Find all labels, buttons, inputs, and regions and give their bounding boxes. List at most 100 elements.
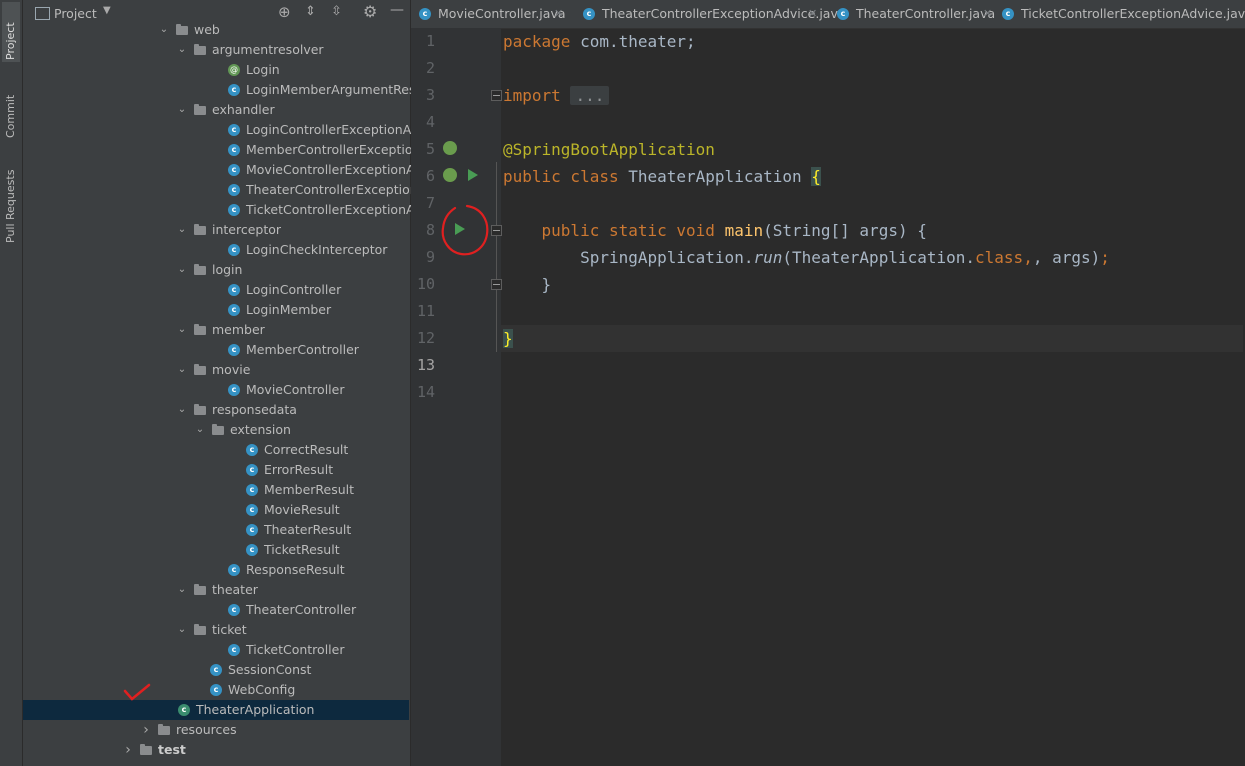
tree-item[interactable]: c TheaterControllerExceptionAdvice [23, 180, 459, 200]
tree-item[interactable]: ⌄ responsedata [23, 400, 409, 420]
tree-item-label: MemberResult [264, 482, 355, 497]
tree-item-label: TheaterApplication [196, 702, 315, 717]
tree-item[interactable]: c SessionConst [23, 660, 409, 680]
class-icon: c [228, 384, 240, 396]
folder-icon [194, 224, 206, 235]
tree-item-label: login [212, 262, 243, 277]
class-icon: c [228, 564, 240, 576]
tree-item[interactable]: ⌄ member [23, 320, 409, 340]
pull-requests-tool-tab[interactable]: Pull Requests [2, 155, 20, 245]
chevron-right-icon[interactable]: › [140, 720, 152, 740]
expand-all-icon[interactable]: ⇕ [305, 4, 316, 19]
class-icon: c [228, 124, 240, 136]
editor-tab-bar: c MovieController.java ✕ c TheaterContro… [411, 0, 1245, 29]
tree-item[interactable]: @ Login [23, 60, 409, 80]
project-tool-tab[interactable]: Project [2, 2, 20, 62]
tree-item[interactable]: ⌄ movie [23, 360, 409, 380]
folder-icon [194, 264, 206, 275]
tab-label: TheaterController.java [856, 6, 996, 21]
class-icon: c [246, 484, 258, 496]
tree-item[interactable]: c LoginControllerExceptionAdvice [23, 120, 444, 140]
spring-boot-icon[interactable] [443, 168, 457, 182]
chevron-down-icon[interactable]: ⌄ [176, 360, 188, 380]
folder-icon [194, 624, 206, 635]
chevron-down-icon[interactable]: ⌄ [194, 420, 206, 440]
tree-item[interactable]: c LoginMember [23, 300, 409, 320]
folder-icon [176, 24, 188, 35]
chevron-right-icon[interactable]: › [122, 740, 134, 760]
line-number: 12 [416, 329, 435, 347]
collapse-all-icon[interactable]: ⇳ [331, 4, 342, 19]
tree-item[interactable]: c MemberResult [23, 480, 409, 500]
fold-end-icon[interactable] [491, 279, 502, 290]
tree-item[interactable]: c CorrectResult [23, 440, 409, 460]
tab-theater-controller[interactable]: c TheaterController.java ✕ [829, 0, 999, 28]
tree-item[interactable]: c MovieController [23, 380, 409, 400]
tab-theater-controller-exception-advice[interactable]: c TheaterControllerExceptionAdvice.java … [575, 0, 846, 28]
fold-import-icon[interactable] [491, 90, 502, 101]
close-tab-icon[interactable]: ✕ [808, 0, 817, 28]
tab-ticket-controller-exception-advice[interactable]: c TicketControllerExceptionAdvice.java [994, 0, 1245, 28]
run-class-icon[interactable] [468, 169, 478, 181]
class-icon: c [228, 284, 240, 296]
tree-item[interactable]: c MovieControllerExceptionAdvice [23, 160, 448, 180]
chevron-down-icon[interactable]: ⌄ [176, 260, 188, 280]
chevron-down-icon[interactable]: ⌄ [176, 620, 188, 640]
tree-item[interactable]: c TheaterApplication [23, 700, 409, 720]
chevron-down-icon[interactable]: ⌄ [176, 100, 188, 120]
hide-panel-icon[interactable]: — [390, 2, 404, 18]
tree-item[interactable]: ⌄ exhandler [23, 100, 409, 120]
chevron-down-icon[interactable]: ⌄ [176, 400, 188, 420]
tree-item-label: TheaterResult [264, 522, 352, 537]
tree-item[interactable]: › test [23, 740, 409, 760]
tree-item[interactable]: c ErrorResult [23, 460, 409, 480]
tree-item-label: resources [176, 722, 237, 737]
spring-app-class-icon: c [178, 704, 190, 716]
tree-item[interactable]: ⌄ argumentresolver [23, 40, 409, 60]
tree-item[interactable]: ⌄ web [23, 20, 409, 40]
settings-gear-icon[interactable]: ⚙ [363, 2, 377, 21]
tree-item[interactable]: c TicketController [23, 640, 409, 660]
line-number: 2 [425, 59, 435, 77]
chevron-down-icon[interactable]: ⌄ [176, 580, 188, 600]
chevron-down-icon[interactable]: ⌄ [176, 40, 188, 60]
tree-item[interactable]: ⌄ interceptor [23, 220, 409, 240]
tree-item[interactable]: c TicketControllerExceptionAdvice [23, 200, 448, 220]
commit-tool-tab[interactable]: Commit [2, 80, 20, 140]
tree-item[interactable]: c WebConfig [23, 680, 409, 700]
indent-guide [496, 162, 497, 352]
close-tab-icon[interactable]: ✕ [554, 0, 563, 28]
class-icon: c [837, 8, 849, 20]
spring-bean-icon[interactable] [443, 141, 457, 155]
tree-item[interactable]: ⌄ ticket [23, 620, 409, 640]
tree-item[interactable]: c LoginController [23, 280, 409, 300]
tree-item[interactable]: c ResponseResult [23, 560, 409, 580]
class-icon: c [228, 164, 240, 176]
red-circle-annotation [441, 204, 489, 256]
tree-item-label: theater [212, 582, 258, 597]
folded-imports[interactable]: ... [570, 86, 610, 105]
view-dropdown-chevron-icon[interactable]: ▼ [103, 5, 111, 16]
tree-item[interactable]: c MemberControllerExceptionAdvice [23, 140, 462, 160]
folder-icon [194, 324, 206, 335]
tree-item[interactable]: ⌄ extension [23, 420, 409, 440]
tree-item[interactable]: c MovieResult [23, 500, 409, 520]
tree-item[interactable]: c TicketResult [23, 540, 409, 560]
tree-item[interactable]: › resources [23, 720, 409, 740]
locate-file-icon[interactable]: ⊕ [278, 3, 291, 21]
chevron-down-icon[interactable]: ⌄ [176, 320, 188, 340]
tab-movie-controller[interactable]: c MovieController.java ✕ [411, 0, 571, 28]
tree-item-label: argumentresolver [212, 42, 324, 57]
tree-item[interactable]: c TheaterController [23, 600, 409, 620]
tree-item[interactable]: c LoginMemberArgumentResolver [23, 80, 447, 100]
close-tab-icon[interactable]: ✕ [983, 0, 992, 28]
tree-item[interactable]: c LoginCheckInterceptor [23, 240, 409, 260]
tree-item-label: Login [246, 62, 280, 77]
tree-item[interactable]: c MemberController [23, 340, 409, 360]
class-icon: c [210, 684, 222, 696]
chevron-down-icon[interactable]: ⌄ [158, 20, 170, 40]
tree-item[interactable]: ⌄ login [23, 260, 409, 280]
tree-item[interactable]: ⌄ theater [23, 580, 409, 600]
tree-item[interactable]: c TheaterResult [23, 520, 409, 540]
chevron-down-icon[interactable]: ⌄ [176, 220, 188, 240]
